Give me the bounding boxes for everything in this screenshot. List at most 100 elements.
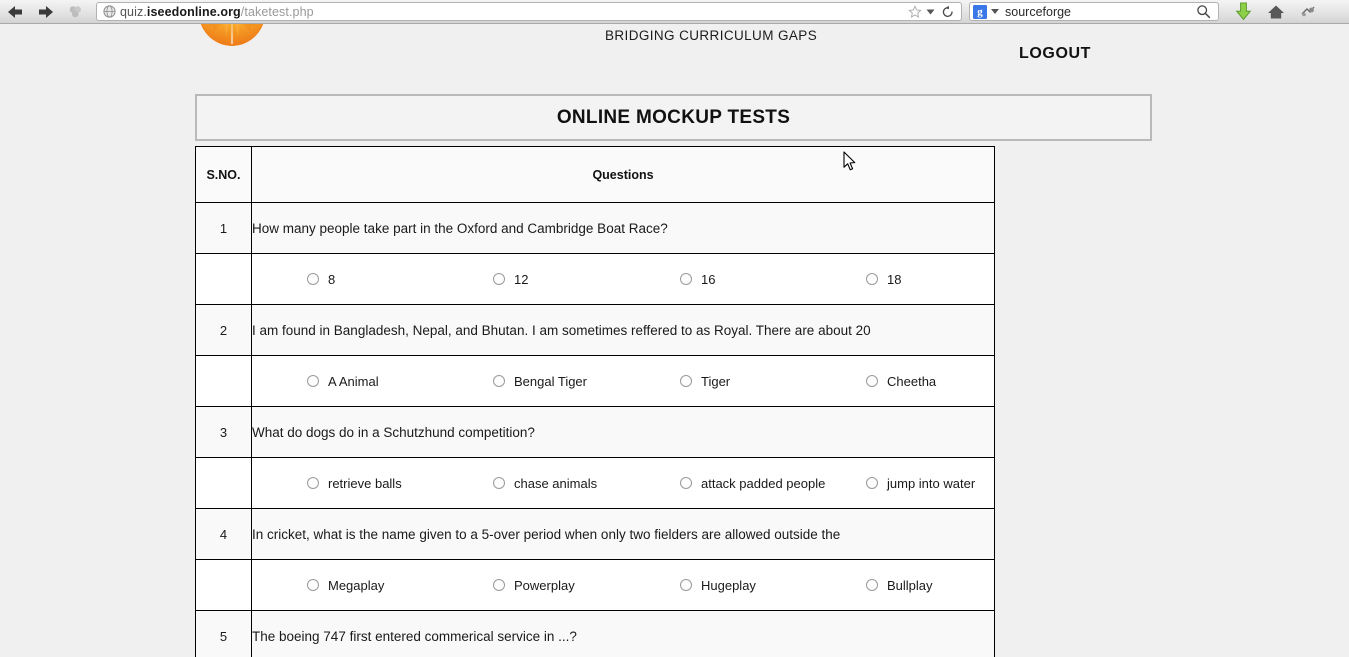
stop-button[interactable] [60,0,90,24]
radio-button-icon[interactable] [680,579,692,591]
search-bar[interactable]: g sourceforge [969,2,1219,21]
question-text: How many people take part in the Oxford … [251,202,995,254]
question-number: 4 [195,508,252,560]
option-4[interactable]: jump into water [866,476,975,491]
column-header-questions: Questions [251,146,995,203]
search-input[interactable]: sourceforge [999,5,1196,19]
option-label: retrieve balls [328,475,402,491]
answer-row-spacer [195,457,252,509]
forward-arrow-icon [37,5,54,19]
radio-button-icon[interactable] [307,477,319,489]
question-number: 3 [195,406,252,458]
option-2[interactable]: 12 [493,272,528,287]
table-head: S.NO. Questions [195,146,995,203]
option-label: chase animals [514,475,598,491]
home-button[interactable] [1261,0,1291,24]
option-2[interactable]: Bengal Tiger [493,374,587,389]
answer-row-spacer [195,253,252,305]
option-4[interactable]: 18 [866,272,901,287]
option-label: Bullplay [887,577,933,593]
option-label: Tiger [701,373,731,389]
addon-icon [1300,5,1316,19]
page-title: ONLINE MOCKUP TESTS [556,106,791,128]
radio-button-icon[interactable] [680,273,692,285]
radio-button-icon[interactable] [307,375,319,387]
option-label: 8 [328,271,336,287]
radio-button-icon[interactable] [680,375,692,387]
addon-button[interactable] [1293,0,1323,24]
option-1[interactable]: A Animal [307,374,379,389]
radio-button-icon[interactable] [493,273,505,285]
option-3[interactable]: attack padded people [680,476,825,491]
google-icon[interactable]: g [973,4,987,19]
option-label: Hugeplay [701,577,756,593]
download-button[interactable] [1228,0,1258,24]
answer-row: retrieve balls chase animals attack padded… [195,457,995,509]
option-label: Megaplay [328,577,385,593]
radio-button-icon[interactable] [493,477,505,489]
page-body: BRIDGING CURRICULUM GAPS LOGOUT ONLINE M… [0,24,1349,657]
forward-button[interactable] [30,0,60,24]
option-label: attack padded people [701,475,826,491]
radio-button-icon[interactable] [493,579,505,591]
home-icon [1267,4,1285,20]
radio-button-icon[interactable] [680,477,692,489]
site-tagline: BRIDGING CURRICULUM GAPS [605,28,818,43]
logout-button[interactable]: LOGOUT [1019,45,1091,63]
question-row: 5 The boeing 747 first entered commerical… [195,610,995,657]
option-2[interactable]: Powerplay [493,578,575,593]
search-dropdown-icon[interactable] [991,9,999,14]
answer-options-cell: A Animal Bengal Tiger Tiger Cheetha [251,355,995,407]
stop-icon [68,4,83,19]
option-4[interactable]: Bullplay [866,578,933,593]
radio-button-icon[interactable] [866,477,878,489]
radio-button-icon[interactable] [307,579,319,591]
radio-button-icon[interactable] [866,273,878,285]
radio-button-icon[interactable] [866,579,878,591]
bookmark-dropdown-icon[interactable] [926,8,935,16]
question-text: The boeing 747 first entered commerical … [251,610,995,657]
question-text: I am found in Bangladesh, Nepal, and Bhu… [251,304,995,356]
reload-icon[interactable] [941,5,955,19]
back-arrow-icon [7,5,24,19]
quiz-table: S.NO. Questions 1 How many people take pa… [195,146,995,657]
question-row: 1 How many people take part in the Oxford… [195,202,995,254]
option-1[interactable]: Megaplay [307,578,384,593]
question-number: 1 [195,202,252,254]
answer-options-cell: retrieve balls chase animals attack padded… [251,457,995,509]
option-label: 18 [887,271,902,287]
browser-toolbar: quiz.iseedonline.org/taketest.php g sour… [0,0,1349,24]
question-text: What do dogs do in a Schutzhund competit… [251,406,995,458]
question-row: 4 In cricket, what is the name given to a… [195,508,995,560]
radio-button-icon[interactable] [307,273,319,285]
question-number: 2 [195,304,252,356]
answer-row-spacer [195,355,252,407]
option-label: 12 [514,271,529,287]
column-header-sno: S.NO. [195,146,252,203]
option-1[interactable]: retrieve balls [307,476,402,491]
option-label: Bengal Tiger [514,373,587,389]
option-3[interactable]: 16 [680,272,715,287]
back-button[interactable] [0,0,30,24]
search-icon[interactable] [1196,4,1211,19]
radio-button-icon[interactable] [866,375,878,387]
star-icon[interactable] [908,4,922,19]
option-label: Cheetha [887,373,937,389]
answer-options-cell: Megaplay Powerplay Hugeplay Bullplay [251,559,995,611]
sunburst-logo-icon [196,24,268,68]
option-label: jump into water [887,475,976,491]
radio-button-icon[interactable] [493,375,505,387]
option-3[interactable]: Hugeplay [680,578,756,593]
table-body: 1 How many people take part in the Oxford… [195,202,995,657]
option-3[interactable]: Tiger [680,374,730,389]
answer-row-spacer [195,559,252,611]
option-label: A Animal [328,373,379,389]
option-2[interactable]: chase animals [493,476,597,491]
option-4[interactable]: Cheetha [866,374,936,389]
url-bar[interactable]: quiz.iseedonline.org/taketest.php [96,2,962,21]
url-text[interactable]: quiz.iseedonline.org/taketest.php [116,5,908,19]
answer-options-cell: 8 12 16 18 [251,253,995,305]
option-label: Powerplay [514,577,575,593]
question-row: 3 What do dogs do in a Schutzhund competi… [195,406,995,458]
option-1[interactable]: 8 [307,272,335,287]
